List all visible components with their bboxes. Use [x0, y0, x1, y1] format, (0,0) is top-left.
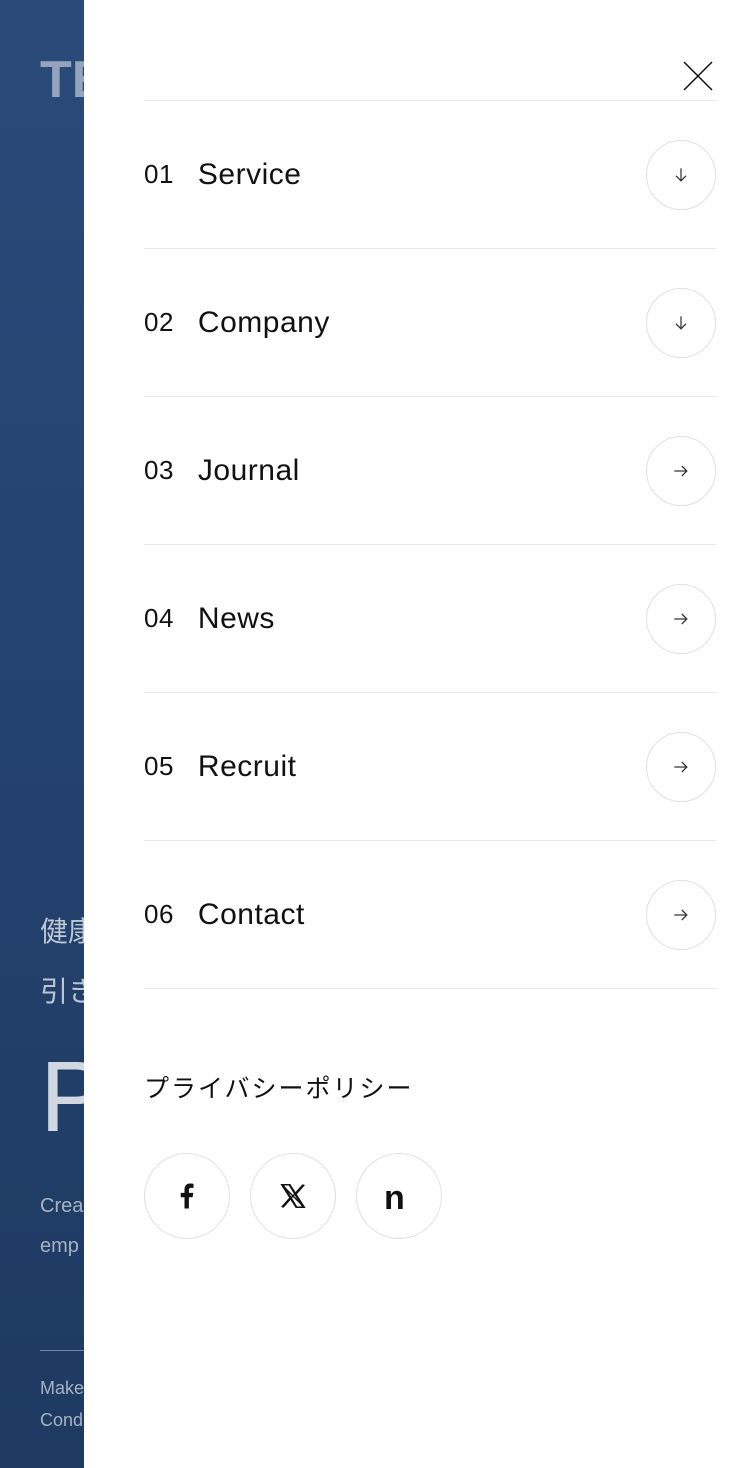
social-links-row: n: [144, 1153, 716, 1239]
note-icon: n: [384, 1181, 414, 1211]
menu-item-number: 03: [144, 455, 174, 486]
menu-item-journal[interactable]: 03 Journal: [144, 397, 716, 545]
background-text-cond: Cond: [40, 1410, 83, 1431]
menu-item-number: 02: [144, 307, 174, 338]
arrow-right-icon: [671, 905, 691, 925]
background-jp-text-1: 健康: [40, 910, 84, 950]
background-text-make: Make: [40, 1378, 84, 1399]
privacy-policy-link[interactable]: プライバシーポリシー: [144, 1069, 716, 1105]
note-button[interactable]: n: [356, 1153, 442, 1239]
navigate-button[interactable]: [646, 584, 716, 654]
menu-item-company[interactable]: 02 Company: [144, 249, 716, 397]
menu-item-label: Company: [198, 306, 330, 340]
menu-item-label: Recruit: [198, 750, 297, 784]
expand-button[interactable]: [646, 288, 716, 358]
menu-item-recruit[interactable]: 05 Recruit: [144, 693, 716, 841]
arrow-right-icon: [671, 757, 691, 777]
menu-item-left: 04 News: [144, 602, 275, 636]
menu-item-label: Journal: [198, 454, 300, 488]
chevron-down-icon: [671, 165, 691, 185]
background-large-letter: P: [40, 1040, 84, 1155]
x-twitter-icon: [278, 1181, 308, 1211]
menu-item-news[interactable]: 04 News: [144, 545, 716, 693]
facebook-button[interactable]: [144, 1153, 230, 1239]
background-text-emp: emp: [40, 1235, 79, 1258]
x-twitter-button[interactable]: [250, 1153, 336, 1239]
menu-item-number: 04: [144, 603, 174, 634]
menu-item-number: 06: [144, 899, 174, 930]
navigate-button[interactable]: [646, 880, 716, 950]
menu-item-contact[interactable]: 06 Contact: [144, 841, 716, 989]
arrow-right-icon: [671, 461, 691, 481]
expand-button[interactable]: [646, 140, 716, 210]
menu-item-left: 03 Journal: [144, 454, 300, 488]
chevron-down-icon: [671, 313, 691, 333]
background-jp-text-2: 引き: [40, 970, 84, 1010]
navigate-button[interactable]: [646, 732, 716, 802]
menu-item-left: 02 Company: [144, 306, 330, 340]
close-icon: [680, 58, 716, 94]
arrow-right-icon: [671, 609, 691, 629]
menu-list: 01 Service 02 Company: [144, 100, 716, 989]
navigate-button[interactable]: [646, 436, 716, 506]
menu-item-label: News: [198, 602, 275, 636]
menu-item-number: 01: [144, 159, 174, 190]
menu-item-number: 05: [144, 751, 174, 782]
background-title: TE: [40, 50, 84, 110]
menu-panel: 01 Service 02 Company: [84, 0, 754, 1468]
menu-item-left: 05 Recruit: [144, 750, 296, 784]
menu-item-label: Service: [198, 158, 302, 192]
menu-item-left: 01 Service: [144, 158, 301, 192]
background-panel: TE 健康 引き P Crea emp Make Cond: [0, 0, 84, 1468]
menu-item-left: 06 Contact: [144, 898, 305, 932]
menu-item-service[interactable]: 01 Service: [144, 101, 716, 249]
background-text-crea: Crea: [40, 1195, 83, 1218]
background-divider: [40, 1350, 84, 1351]
close-button[interactable]: [680, 58, 716, 94]
facebook-icon: [172, 1181, 202, 1211]
menu-item-label: Contact: [198, 898, 305, 932]
